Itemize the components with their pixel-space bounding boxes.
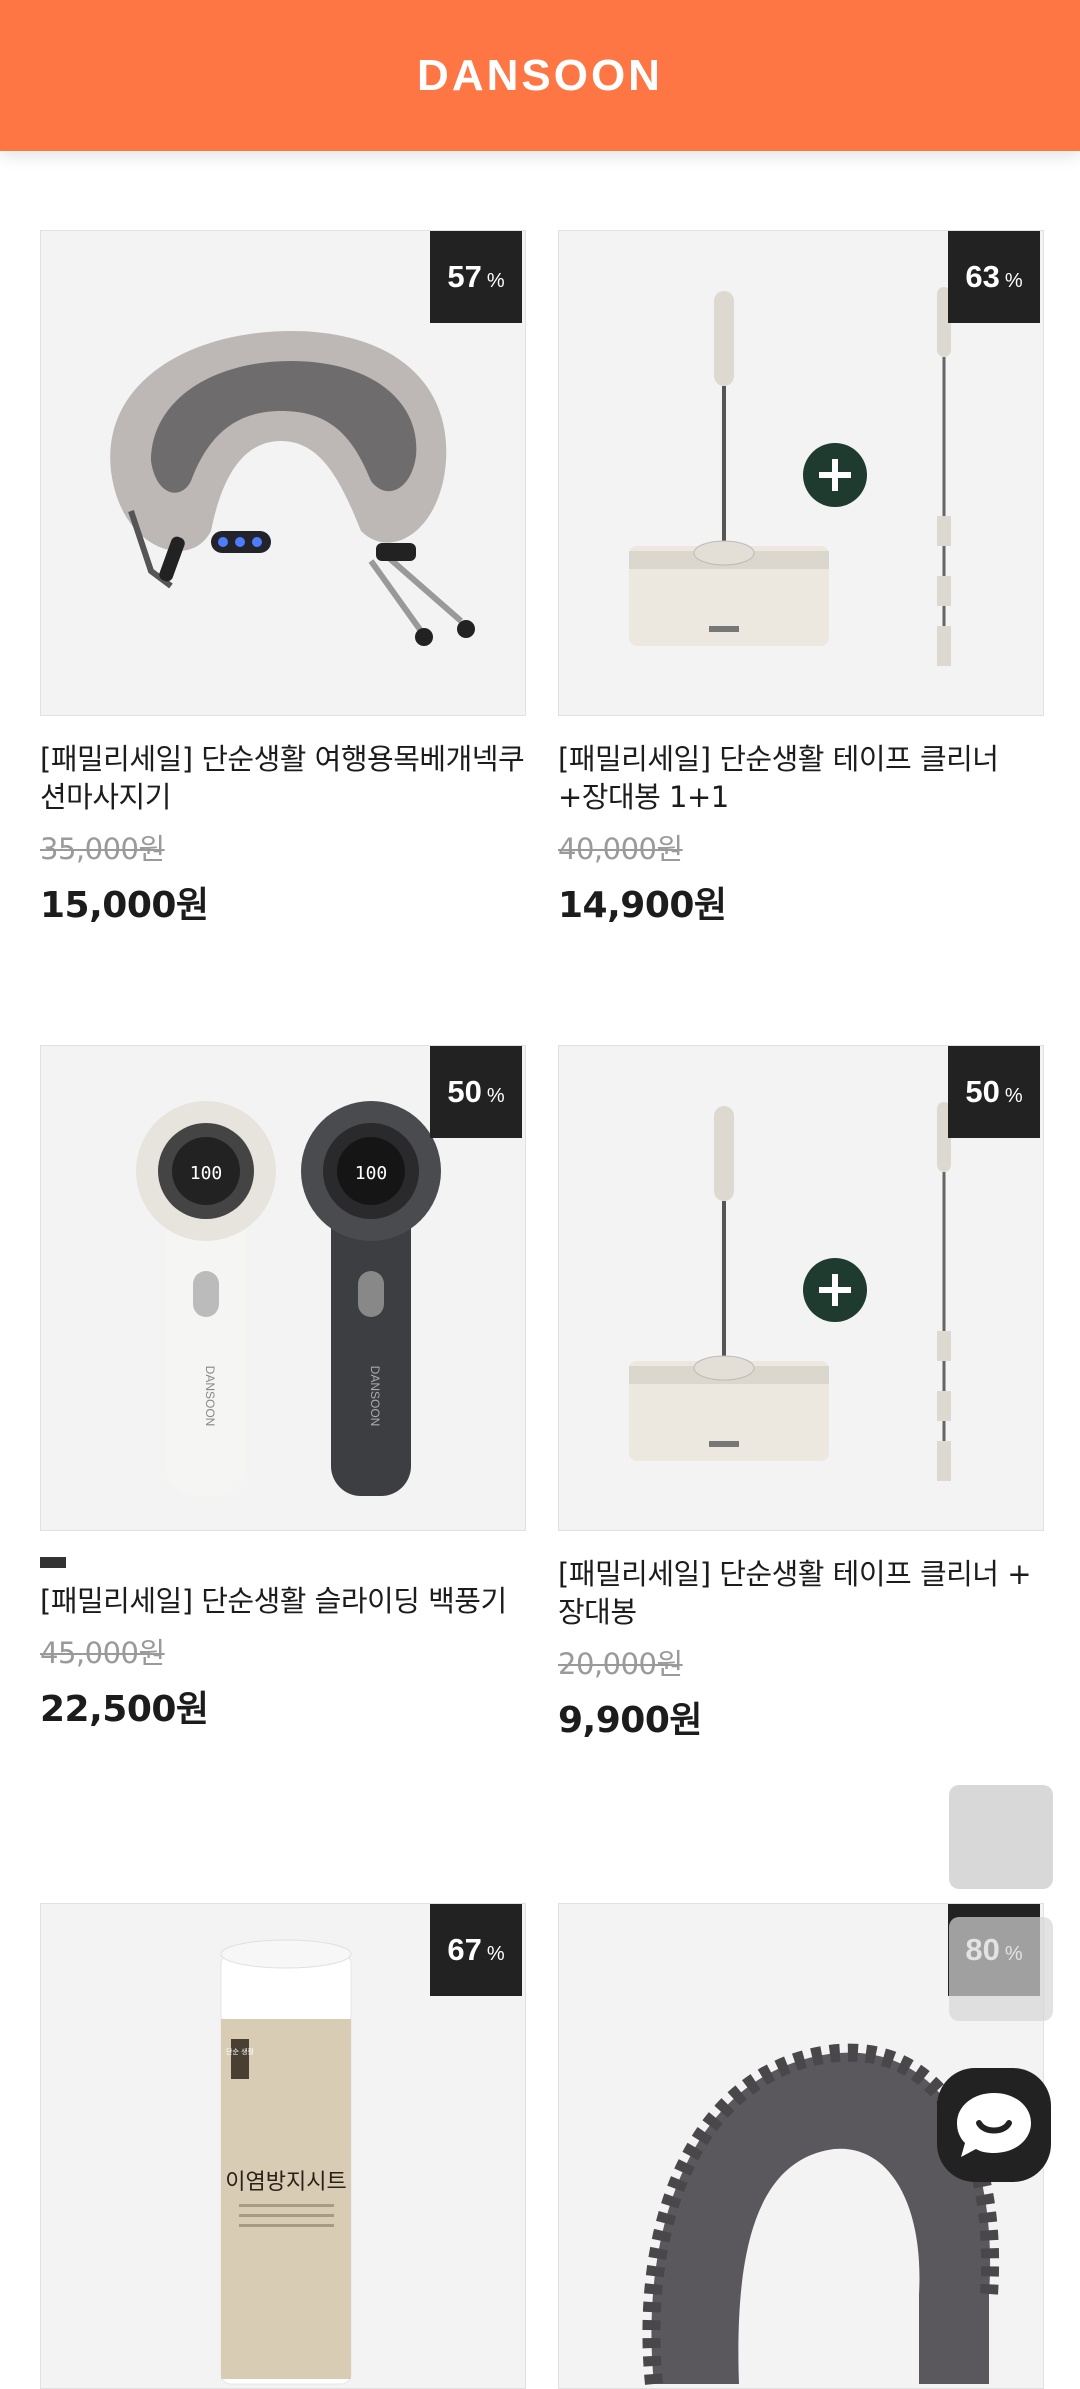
product-title[interactable]: [패밀리세일] 단순생활 테이프 클리너 + 장대봉 [558, 1555, 1044, 1631]
sale-price: 9,900원 [558, 1700, 703, 1741]
svg-text:이염방지시트: 이염방지시트 [225, 2170, 346, 2195]
original-price: 35,000원 [40, 832, 165, 866]
scroll-down-icon[interactable] [949, 1917, 1053, 2021]
svg-text:100: 100 [190, 1163, 223, 1184]
brand-logo[interactable]: DANSOON [417, 51, 663, 101]
product-image[interactable]: 단순 생활 이염방지시트 67% [40, 1903, 526, 2389]
svg-text:단순 생활: 단순 생활 [226, 2047, 255, 2056]
product-card[interactable]: 50% [패밀리세일] 단순생활 테이프 클리너 + 장대봉 20,000원 9… [558, 1045, 1044, 1743]
original-price: 20,000원 [558, 1647, 683, 1681]
product-title[interactable]: [패밀리세일] 단순생활 슬라이딩 백풍기 [40, 1582, 526, 1620]
product-card[interactable]: 100 DANSOON 100 DANSOON 50% [패밀리세일] 단순생활… [40, 1045, 526, 1732]
sale-price: 15,000원 [40, 885, 209, 926]
product-image[interactable]: 50% [558, 1045, 1044, 1531]
svg-text:DANSOON: DANSOON [203, 1366, 217, 1427]
discount-badge: 50% [430, 1046, 522, 1138]
svg-text:100: 100 [355, 1163, 388, 1184]
discount-badge: 67% [430, 1904, 522, 1996]
svg-text:DANSOON: DANSOON [368, 1366, 382, 1427]
sale-price: 22,500원 [40, 1689, 209, 1730]
product-image[interactable]: 100 DANSOON 100 DANSOON 50% [40, 1045, 526, 1531]
product-card[interactable]: 57% [패밀리세일] 단순생활 여행용목베개넥쿠션마사지기 35,000원 1… [40, 230, 526, 928]
scroll-up-icon[interactable] [949, 1785, 1053, 1889]
product-title[interactable]: [패밀리세일] 단순생활 여행용목베개넥쿠션마사지기 [40, 740, 526, 816]
original-price: 45,000원 [40, 1636, 165, 1670]
chat-bubble-icon[interactable] [937, 2068, 1051, 2182]
discount-badge: 50% [948, 1046, 1040, 1138]
product-card[interactable]: 단순 생활 이염방지시트 67% [40, 1903, 526, 2389]
discount-badge: 57% [430, 231, 522, 323]
top-header: DANSOON [0, 0, 1080, 151]
sale-price: 14,900원 [558, 885, 727, 926]
product-image[interactable]: 63% [558, 230, 1044, 716]
product-image[interactable]: 57% [40, 230, 526, 716]
product-card[interactable]: 63% [패밀리세일] 단순생활 테이프 클리너+장대봉 1+1 40,000원… [558, 230, 1044, 928]
original-price: 40,000원 [558, 832, 683, 866]
label-tag [40, 1557, 66, 1568]
discount-badge: 63% [948, 231, 1040, 323]
product-title[interactable]: [패밀리세일] 단순생활 테이프 클리너+장대봉 1+1 [558, 740, 1044, 816]
